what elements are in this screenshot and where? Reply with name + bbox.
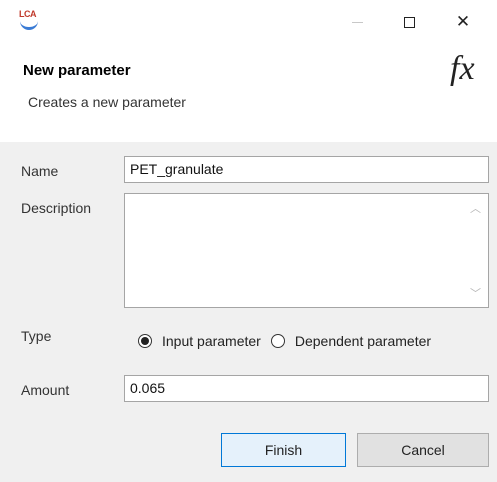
radio-selected-dot [141, 337, 149, 345]
logo-swoosh [20, 20, 38, 30]
app-logo-text: LCA [19, 9, 37, 19]
dependent-parameter-radio[interactable] [270, 334, 285, 348]
type-radio-group: Input parameter Dependent parameter [138, 333, 431, 349]
minimize-icon [351, 21, 363, 23]
wizard-header: New parameter Creates a new parameter fx [0, 44, 497, 142]
type-label: Type [21, 328, 52, 344]
close-icon: ✕ [455, 11, 471, 32]
input-parameter-radio[interactable] [138, 334, 152, 348]
page-title: New parameter [23, 62, 131, 79]
finish-button[interactable]: Finish [221, 433, 346, 467]
parameter-form: Name PET_granulate Description ︿ ﹀ Type … [0, 142, 497, 412]
name-input[interactable]: PET_granulate [124, 156, 489, 183]
app-logo-icon: LCA [18, 9, 42, 31]
description-label: Description [21, 200, 92, 216]
name-label: Name [21, 163, 59, 179]
page-subtitle: Creates a new parameter [28, 94, 186, 110]
scroll-down-icon[interactable]: ﹀ [470, 285, 481, 301]
scroll-up-icon[interactable]: ︿ [470, 200, 481, 216]
cancel-button[interactable]: Cancel [357, 433, 489, 467]
input-parameter-label[interactable]: Input parameter [162, 333, 261, 349]
minimize-button[interactable] [334, 0, 380, 44]
dependent-parameter-label[interactable]: Dependent parameter [295, 333, 431, 349]
dialog-footer: Finish Cancel [0, 412, 497, 482]
amount-input[interactable]: 0.065 [124, 375, 489, 402]
maximize-button[interactable] [386, 0, 432, 44]
description-textarea[interactable]: ︿ ﹀ [124, 193, 489, 308]
close-button[interactable]: ✕ [440, 0, 486, 44]
title-bar: LCA ✕ [0, 0, 497, 44]
maximize-icon [403, 16, 415, 28]
amount-label: Amount [21, 382, 70, 398]
function-icon: fx [450, 50, 475, 87]
